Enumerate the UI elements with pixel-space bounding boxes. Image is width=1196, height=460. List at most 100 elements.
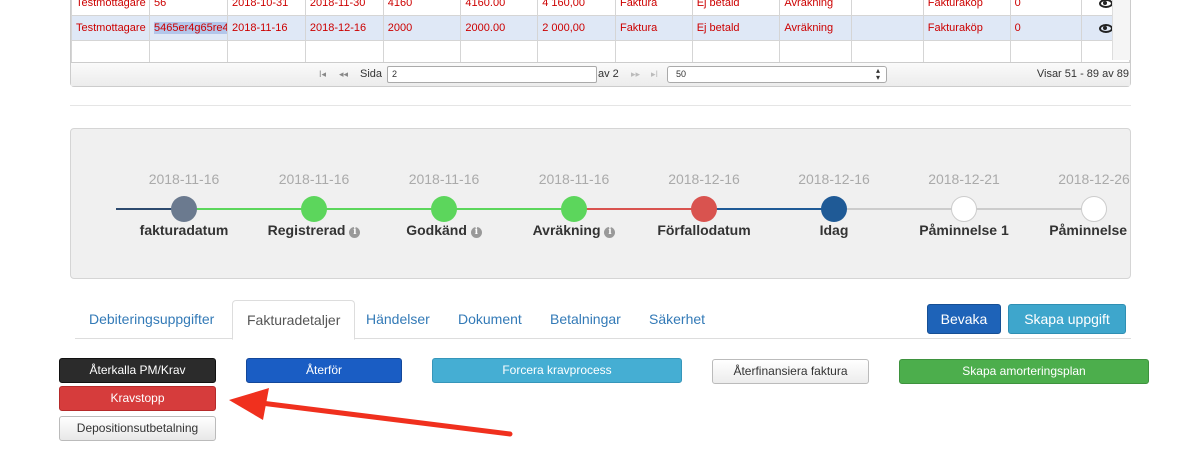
- page-size-value: 50: [676, 69, 687, 79]
- skapa-uppgift-button[interactable]: Skapa uppgift: [1008, 304, 1126, 334]
- timeline-date: 2018-11-16: [538, 171, 610, 187]
- page-label: Sida: [360, 68, 383, 80]
- page-count-label: av 2: [598, 68, 619, 80]
- table-cell: [382, 40, 462, 65]
- tab-handelser[interactable]: Händelser: [352, 300, 444, 339]
- depositionsutbetalning-button[interactable]: Depositionsutbetalning: [59, 416, 216, 441]
- table-cell: 2018-12-16: [304, 15, 384, 41]
- tab-fakturadetaljer[interactable]: Fakturadetaljer: [232, 300, 356, 340]
- tab-debiteringsuppgifter[interactable]: Debiteringsuppgifter: [75, 300, 228, 339]
- table-cell: 2000.00: [460, 15, 539, 41]
- timeline-segment: [964, 208, 1094, 210]
- table-cell: [1009, 40, 1083, 65]
- first-page-icon[interactable]: I◂: [319, 69, 326, 80]
- table-cell: Testmottagare: [71, 15, 150, 41]
- divider: [70, 105, 1131, 106]
- timeline-segment: [704, 208, 834, 210]
- table-row[interactable]: Testmottagare 56 2018-10-31 2018-11-30 4160 4…: [71, 0, 1130, 16]
- table-cell: [149, 40, 228, 65]
- selected-text: 5465er4g65re4: [154, 22, 228, 34]
- table-cell: 5465er4g65re4: [149, 15, 228, 41]
- timeline-date: 2018-11-16: [148, 171, 220, 187]
- invoice-timeline: 2018-11-16 fakturadatum 2018-11-16 Registre…: [70, 128, 1131, 279]
- aterfor-button[interactable]: Återför: [246, 358, 402, 383]
- table-cell: 0: [1009, 0, 1083, 16]
- table-cell: [779, 40, 853, 65]
- table-cell: [922, 40, 1011, 65]
- table-cell: 4160.00: [460, 0, 539, 16]
- tab-betalningar[interactable]: Betalningar: [536, 300, 635, 339]
- table-cell: 4160: [382, 0, 462, 16]
- amorteringsplan-button[interactable]: Skapa amorteringsplan: [899, 359, 1149, 384]
- timeline-label-text: fakturadatum: [139, 222, 229, 238]
- pager-info: Visar 51 - 89 av 89: [1036, 68, 1129, 80]
- grid-pager: I◂ ◂◂ Sida 2 av 2 ▸▸ ▸I 50 Visar 51 - 89…: [71, 62, 1130, 86]
- table-cell: [537, 40, 616, 65]
- timeline-date: 2018-12-21: [928, 171, 1000, 187]
- timeline-label-text: Idag: [819, 222, 849, 238]
- table-cell: 0: [1009, 15, 1083, 41]
- next-page-icon[interactable]: ▸▸: [631, 69, 640, 80]
- info-icon[interactable]: i: [349, 227, 361, 238]
- timeline-dot: [431, 196, 457, 222]
- timeline-segment: [314, 208, 444, 210]
- page-number-input[interactable]: 2: [387, 66, 597, 83]
- table-cell: Faktura: [614, 15, 693, 41]
- forcera-kravprocess-button[interactable]: Forcera kravprocess: [432, 358, 682, 383]
- table-cell: 2018-10-31: [227, 0, 306, 16]
- timeline-label: Registrerad i: [239, 222, 389, 238]
- timeline-label: Påminnelse 1: [889, 222, 1039, 238]
- timeline-label-text: Avräkning: [532, 222, 601, 238]
- bevaka-button[interactable]: Bevaka: [927, 304, 1001, 334]
- timeline-date: 2018-11-16: [278, 171, 350, 187]
- table-cell: [691, 40, 781, 65]
- last-page-icon[interactable]: ▸I: [651, 69, 658, 80]
- timeline-segment: [834, 208, 964, 210]
- timeline-label-text: Påminnelse 2: [1049, 222, 1131, 238]
- table-row[interactable]: Testmottagare 5465er4g65re4 2018-11-16 2018…: [71, 15, 1130, 41]
- table-cell: [304, 40, 384, 65]
- table-cell: Fakturaköp: [922, 15, 1011, 41]
- table-cell: [71, 40, 150, 65]
- timeline-dot: [301, 196, 327, 222]
- timeline-dot: [951, 196, 977, 222]
- timeline-dot: [821, 196, 847, 222]
- table-cell: [227, 40, 306, 65]
- table-cell: Avräkning: [779, 0, 853, 16]
- info-icon[interactable]: i: [604, 227, 616, 238]
- aterfinansiera-button[interactable]: Återfinansiera faktura: [712, 359, 869, 384]
- timeline-label: fakturadatum: [109, 222, 259, 238]
- timeline-label-text: Påminnelse 1: [919, 222, 1009, 238]
- info-icon[interactable]: i: [470, 227, 482, 238]
- table-cell: 2018-11-30: [304, 0, 384, 16]
- timeline-dot: [171, 196, 197, 222]
- eye-icon[interactable]: [1098, 23, 1113, 33]
- timeline-label-text: Förfallodatum: [657, 222, 751, 238]
- table-cell: Faktura: [614, 0, 693, 16]
- timeline-label: Avräkning i: [499, 222, 649, 238]
- table-cell: [851, 40, 924, 65]
- timeline-date: 2018-12-26: [1058, 171, 1130, 187]
- timeline-label-text: Godkänd: [406, 222, 467, 238]
- table-cell: 2 000,00: [537, 15, 616, 41]
- timeline-segment: [574, 208, 704, 210]
- table-cell: [460, 40, 539, 65]
- kravstopp-button[interactable]: Kravstopp: [59, 386, 216, 411]
- page-size-select[interactable]: 50: [667, 66, 887, 83]
- tab-sakerhet[interactable]: Säkerhet: [635, 300, 719, 339]
- table-cell: [851, 0, 924, 16]
- timeline-label: Idag: [759, 222, 909, 238]
- tab-dokument[interactable]: Dokument: [444, 300, 536, 339]
- prev-page-icon[interactable]: ◂◂: [339, 69, 348, 80]
- aterkalla-button[interactable]: Återkalla PM/Krav: [59, 358, 216, 383]
- timeline-dot: [691, 196, 717, 222]
- eye-icon[interactable]: [1098, 0, 1113, 8]
- timeline-dot: [1081, 196, 1107, 222]
- table-cell: [614, 40, 693, 65]
- timeline-date: 2018-12-16: [798, 171, 870, 187]
- grid-scrollbar[interactable]: [1112, 0, 1130, 60]
- table-cell: 2018-11-16: [227, 15, 306, 41]
- timeline-label-text: Registrerad: [267, 222, 346, 238]
- table-cell: 56: [149, 0, 228, 16]
- timeline-label: Godkänd i: [369, 222, 519, 238]
